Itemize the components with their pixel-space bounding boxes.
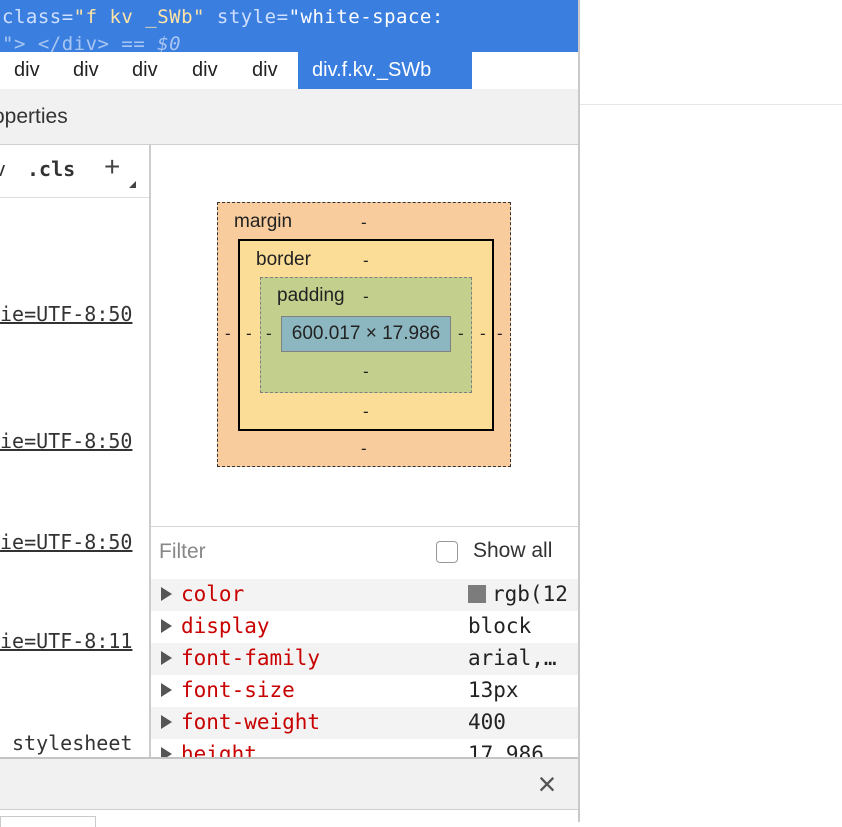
close-icon[interactable]: × <box>532 764 562 804</box>
padding-left-value[interactable]: - <box>266 324 272 344</box>
dom-token: "white-space: <box>288 6 444 28</box>
styles-pane: v .cls + ie=UTF-8:50 ie=UTF-8:50 ie=UTF-… <box>0 145 149 757</box>
panel-divider[interactable] <box>578 0 580 822</box>
box-model-margin[interactable]: margin - - - - border - - - - padding - … <box>217 202 511 467</box>
margin-right-value[interactable]: - <box>497 324 503 344</box>
style-source-link[interactable]: ie=UTF-8:50 <box>0 429 132 453</box>
computed-property-row[interactable]: font-family arial,… <box>151 643 578 675</box>
breadcrumb-item[interactable]: div.f.kv._SWb <box>298 52 472 89</box>
breadcrumb-item[interactable]: div <box>178 52 238 89</box>
dom-token: $0 <box>157 33 182 52</box>
property-name: font-size <box>181 678 295 702</box>
property-value: 400 <box>468 710 506 734</box>
dom-token: "> </div> <box>2 33 110 52</box>
style-source-link[interactable]: ie=UTF-8:11 <box>0 629 132 653</box>
padding-right-value[interactable]: - <box>458 324 464 344</box>
property-value-wrap: 13px <box>468 678 519 702</box>
devtools-panel: class="f kv _SWb" style="white-space: ">… <box>0 0 578 827</box>
styles-toolbar: v .cls + <box>0 145 149 198</box>
stylesheet-label: stylesheet <box>12 731 133 755</box>
border-left-value[interactable]: - <box>246 324 252 344</box>
border-right-value[interactable]: - <box>480 324 486 344</box>
margin-left-value[interactable]: - <box>225 324 231 344</box>
computed-property-row[interactable]: height 17.986 <box>151 739 578 757</box>
dom-line-1: class="f kv _SWb" style="white-space: <box>2 6 444 28</box>
dom-line-2: "> </div> == $0 <box>2 33 181 52</box>
padding-top-value[interactable]: - <box>363 287 369 307</box>
box-model-pane: margin - - - - border - - - - padding - … <box>151 145 578 525</box>
border-bottom-value[interactable]: - <box>363 402 369 422</box>
box-model-padding[interactable]: padding - - - - 600.017 × 17.986 <box>260 277 472 393</box>
property-value-wrap: 17.986 <box>468 742 544 757</box>
color-swatch[interactable] <box>468 585 486 603</box>
tab-properties[interactable]: Properties <box>0 105 68 129</box>
breadcrumb-item[interactable]: div <box>118 52 178 89</box>
dom-token: "f kv _SWb" <box>73 6 205 28</box>
computed-property-row[interactable]: font-size 13px <box>151 675 578 707</box>
style-source-link[interactable]: ie=UTF-8:50 <box>0 302 132 326</box>
expand-triangle-icon[interactable] <box>161 715 172 729</box>
computed-properties-list: color rgb(12 display block font-family arial,… <box>151 579 578 757</box>
filter-input[interactable] <box>159 537 419 567</box>
property-name: font-family <box>181 646 321 670</box>
property-value: 13px <box>468 678 519 702</box>
dom-token: == <box>109 33 158 52</box>
property-name: height <box>181 742 257 757</box>
dom-token: style= <box>204 6 289 28</box>
property-name: color <box>181 582 245 606</box>
padding-label: padding <box>277 285 345 306</box>
margin-bottom-value[interactable]: - <box>361 439 367 459</box>
hover-state-toggle[interactable]: v <box>0 157 6 181</box>
add-rule-button[interactable]: + <box>104 151 120 183</box>
breadcrumb-item[interactable]: div <box>59 52 118 89</box>
property-name: display <box>181 614 270 638</box>
property-value-wrap: block <box>468 614 531 638</box>
computed-property-row[interactable]: font-weight 400 <box>151 707 578 739</box>
margin-top-value[interactable]: - <box>361 213 367 233</box>
cls-button[interactable]: .cls <box>27 157 75 181</box>
property-name: font-weight <box>181 710 321 734</box>
computed-property-row[interactable]: display block <box>151 611 578 643</box>
expand-triangle-icon[interactable] <box>161 747 172 757</box>
show-all-checkbox[interactable] <box>436 541 458 563</box>
computed-filter-bar: Show all <box>151 526 578 580</box>
expand-triangle-icon[interactable] <box>161 683 172 697</box>
breadcrumb: div div div div div div.f.kv._SWb <box>0 52 578 90</box>
property-value: 17.986 <box>468 742 544 757</box>
dom-token: class= <box>2 6 74 28</box>
expand-triangle-icon[interactable] <box>161 587 172 601</box>
box-model-content-size[interactable]: 600.017 × 17.986 <box>281 316 451 352</box>
property-value: block <box>468 614 532 638</box>
breadcrumb-item[interactable]: div <box>0 52 59 89</box>
padding-bottom-value[interactable]: - <box>363 362 369 382</box>
show-all-label[interactable]: Show all <box>473 539 552 563</box>
elements-sidebar-tabs: Properties <box>0 89 578 145</box>
border-top-value[interactable]: - <box>363 251 369 271</box>
breadcrumb-item[interactable]: div <box>238 52 298 89</box>
page-separator <box>580 104 842 105</box>
property-value: arial,… <box>468 646 557 670</box>
property-value: rgb(12 <box>492 582 568 606</box>
add-rule-menu-icon[interactable] <box>129 181 136 188</box>
property-value-wrap: arial,… <box>468 646 557 670</box>
style-source-link[interactable]: ie=UTF-8:50 <box>0 530 132 554</box>
border-label: border <box>256 249 311 270</box>
expand-triangle-icon[interactable] <box>161 619 172 633</box>
expand-triangle-icon[interactable] <box>161 651 172 665</box>
box-model-border[interactable]: border - - - - padding - - - - 600.017 ×… <box>238 239 494 431</box>
drawer-toolbar: × <box>0 759 578 810</box>
computed-property-row[interactable]: color rgb(12 <box>151 579 578 611</box>
selected-dom-node[interactable]: class="f kv _SWb" style="white-space: ">… <box>0 0 578 52</box>
property-value-wrap: rgb(12 <box>468 582 568 606</box>
margin-label: margin <box>234 211 293 232</box>
property-value-wrap: 400 <box>468 710 506 734</box>
